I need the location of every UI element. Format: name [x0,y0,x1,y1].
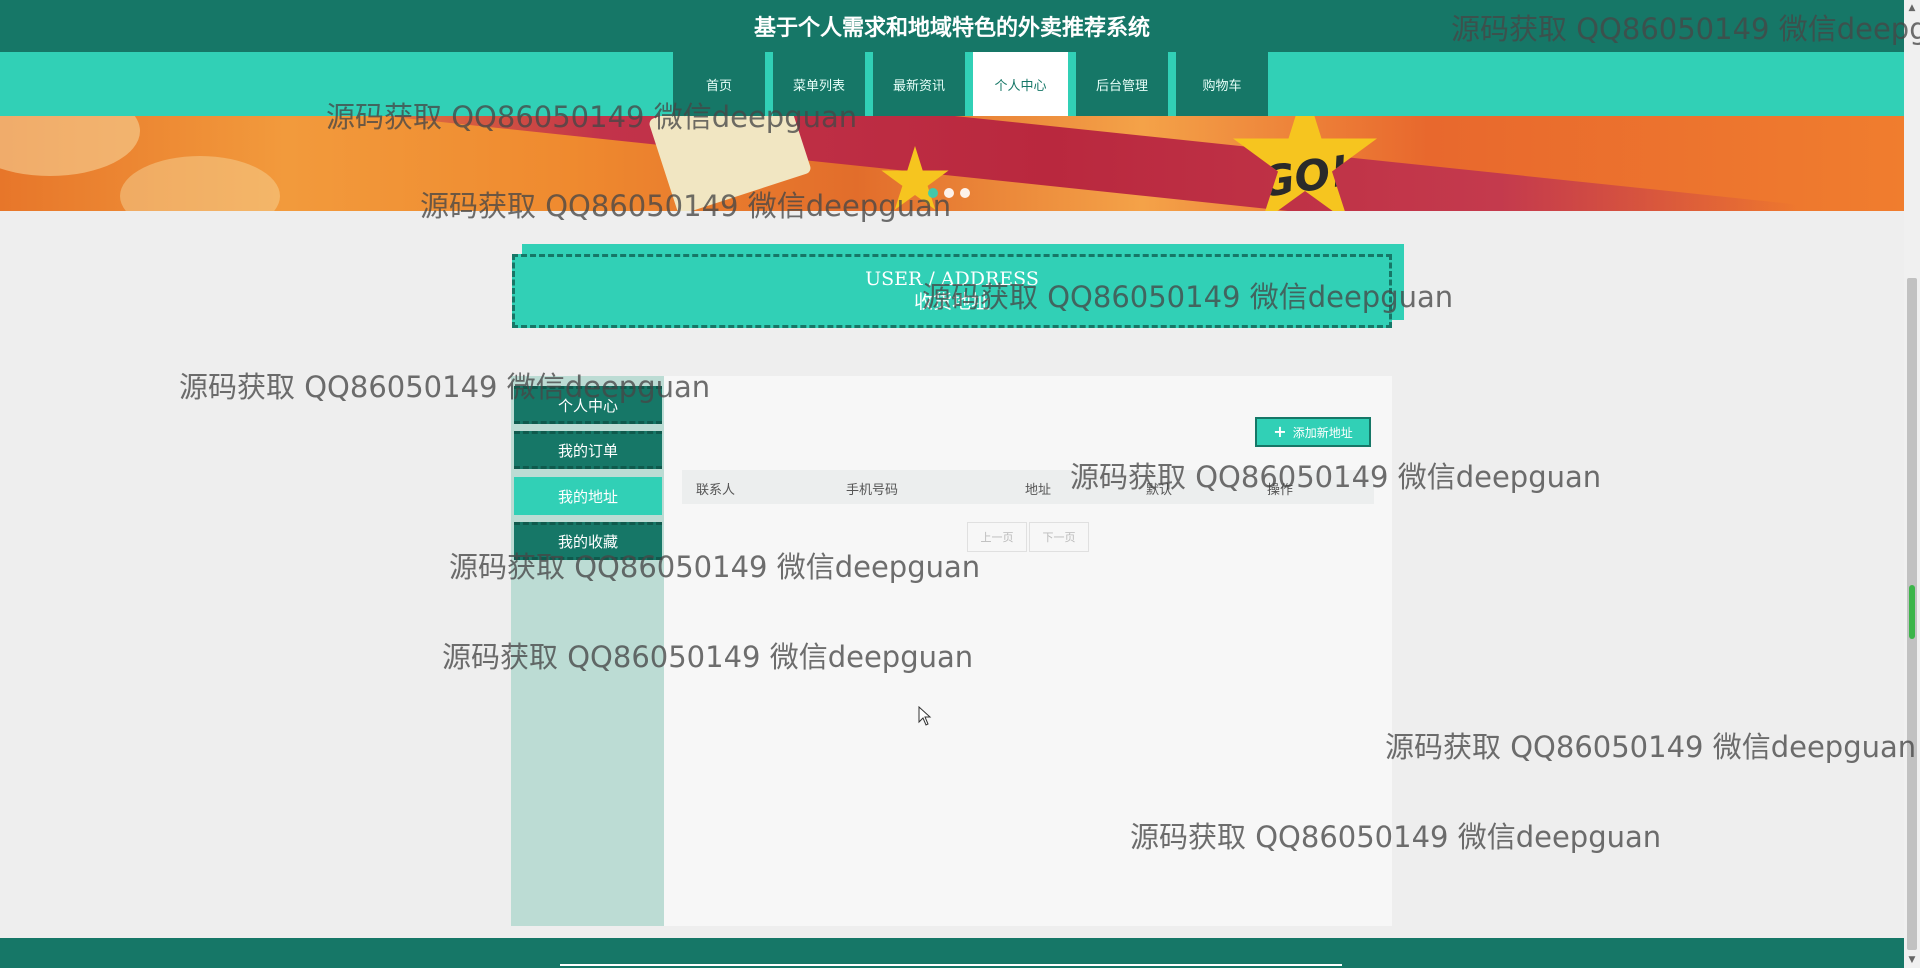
column-header-contact: 联系人 [696,483,736,498]
nav-tab-home[interactable]: 首页 [673,52,765,116]
watermark-text: 源码获取 QQ86050149 微信deepguan [1385,730,1917,764]
section-title-en: USER / ADDRESS [865,268,1039,290]
carousel-dot[interactable] [944,188,954,198]
carousel-indicators [928,188,970,198]
banner-paper-decoration [647,116,813,211]
mouse-cursor-icon [918,706,932,726]
page-scrollbar[interactable]: ▲ ▼ [1904,0,1920,968]
site-title: 基于个人需求和地域特色的外卖推荐系统 [753,16,1150,41]
prev-page-button[interactable]: 上一页 [967,522,1027,552]
add-address-button[interactable]: + 添加新地址 [1255,417,1371,447]
carousel-dot[interactable] [960,188,970,198]
column-header-actions: 操作 [1267,483,1294,498]
banner-ribbon-decoration [300,116,1800,211]
section-header: USER / ADDRESS 收货地址 [512,254,1392,328]
pagination: 上一页 下一页 [967,522,1089,552]
nav-tab-menu-list[interactable]: 菜单列表 [773,52,865,116]
footer-divider [560,964,1342,966]
sidebar-item-my-favorites[interactable]: 我的收藏 [514,522,662,560]
add-address-label: 添加新地址 [1292,425,1353,440]
column-header-default: 默认 [1146,483,1173,498]
column-header-address: 地址 [1025,483,1052,498]
nav-tab-news[interactable]: 最新资讯 [873,52,965,116]
banner-cloud-decoration [120,156,280,211]
main-nav: 首页 菜单列表 最新资讯 个人中心 后台管理 购物车 [0,52,1904,116]
next-page-button[interactable]: 下一页 [1029,522,1089,552]
column-header-phone: 手机号码 [846,483,899,498]
nav-tab-admin[interactable]: 后台管理 [1076,52,1168,116]
carousel-dot[interactable] [928,188,938,198]
scrollbar-position-marker [1909,585,1915,639]
banner-cloud-decoration [0,116,140,176]
nav-tab-user-center[interactable]: 个人中心 [973,52,1068,116]
sidebar-item-my-address[interactable]: 我的地址 [514,477,662,515]
scroll-up-arrow-icon[interactable]: ▲ [1904,0,1920,16]
user-sidebar: 个人中心 我的订单 我的地址 我的收藏 [511,376,664,926]
address-table-header: 联系人 手机号码 地址 默认 操作 [682,470,1374,504]
nav-tab-cart[interactable]: 购物车 [1176,52,1268,116]
plus-icon: + [1273,422,1287,441]
site-title-bar: 基于个人需求和地域特色的外卖推荐系统 [0,0,1904,52]
address-panel [664,376,1392,926]
sidebar-item-my-orders[interactable]: 我的订单 [514,431,662,469]
page-footer [0,938,1904,968]
scroll-down-arrow-icon[interactable]: ▼ [1904,952,1920,968]
section-title-cn: 收货地址 [913,291,990,313]
sidebar-item-user-center[interactable]: 个人中心 [514,386,662,424]
